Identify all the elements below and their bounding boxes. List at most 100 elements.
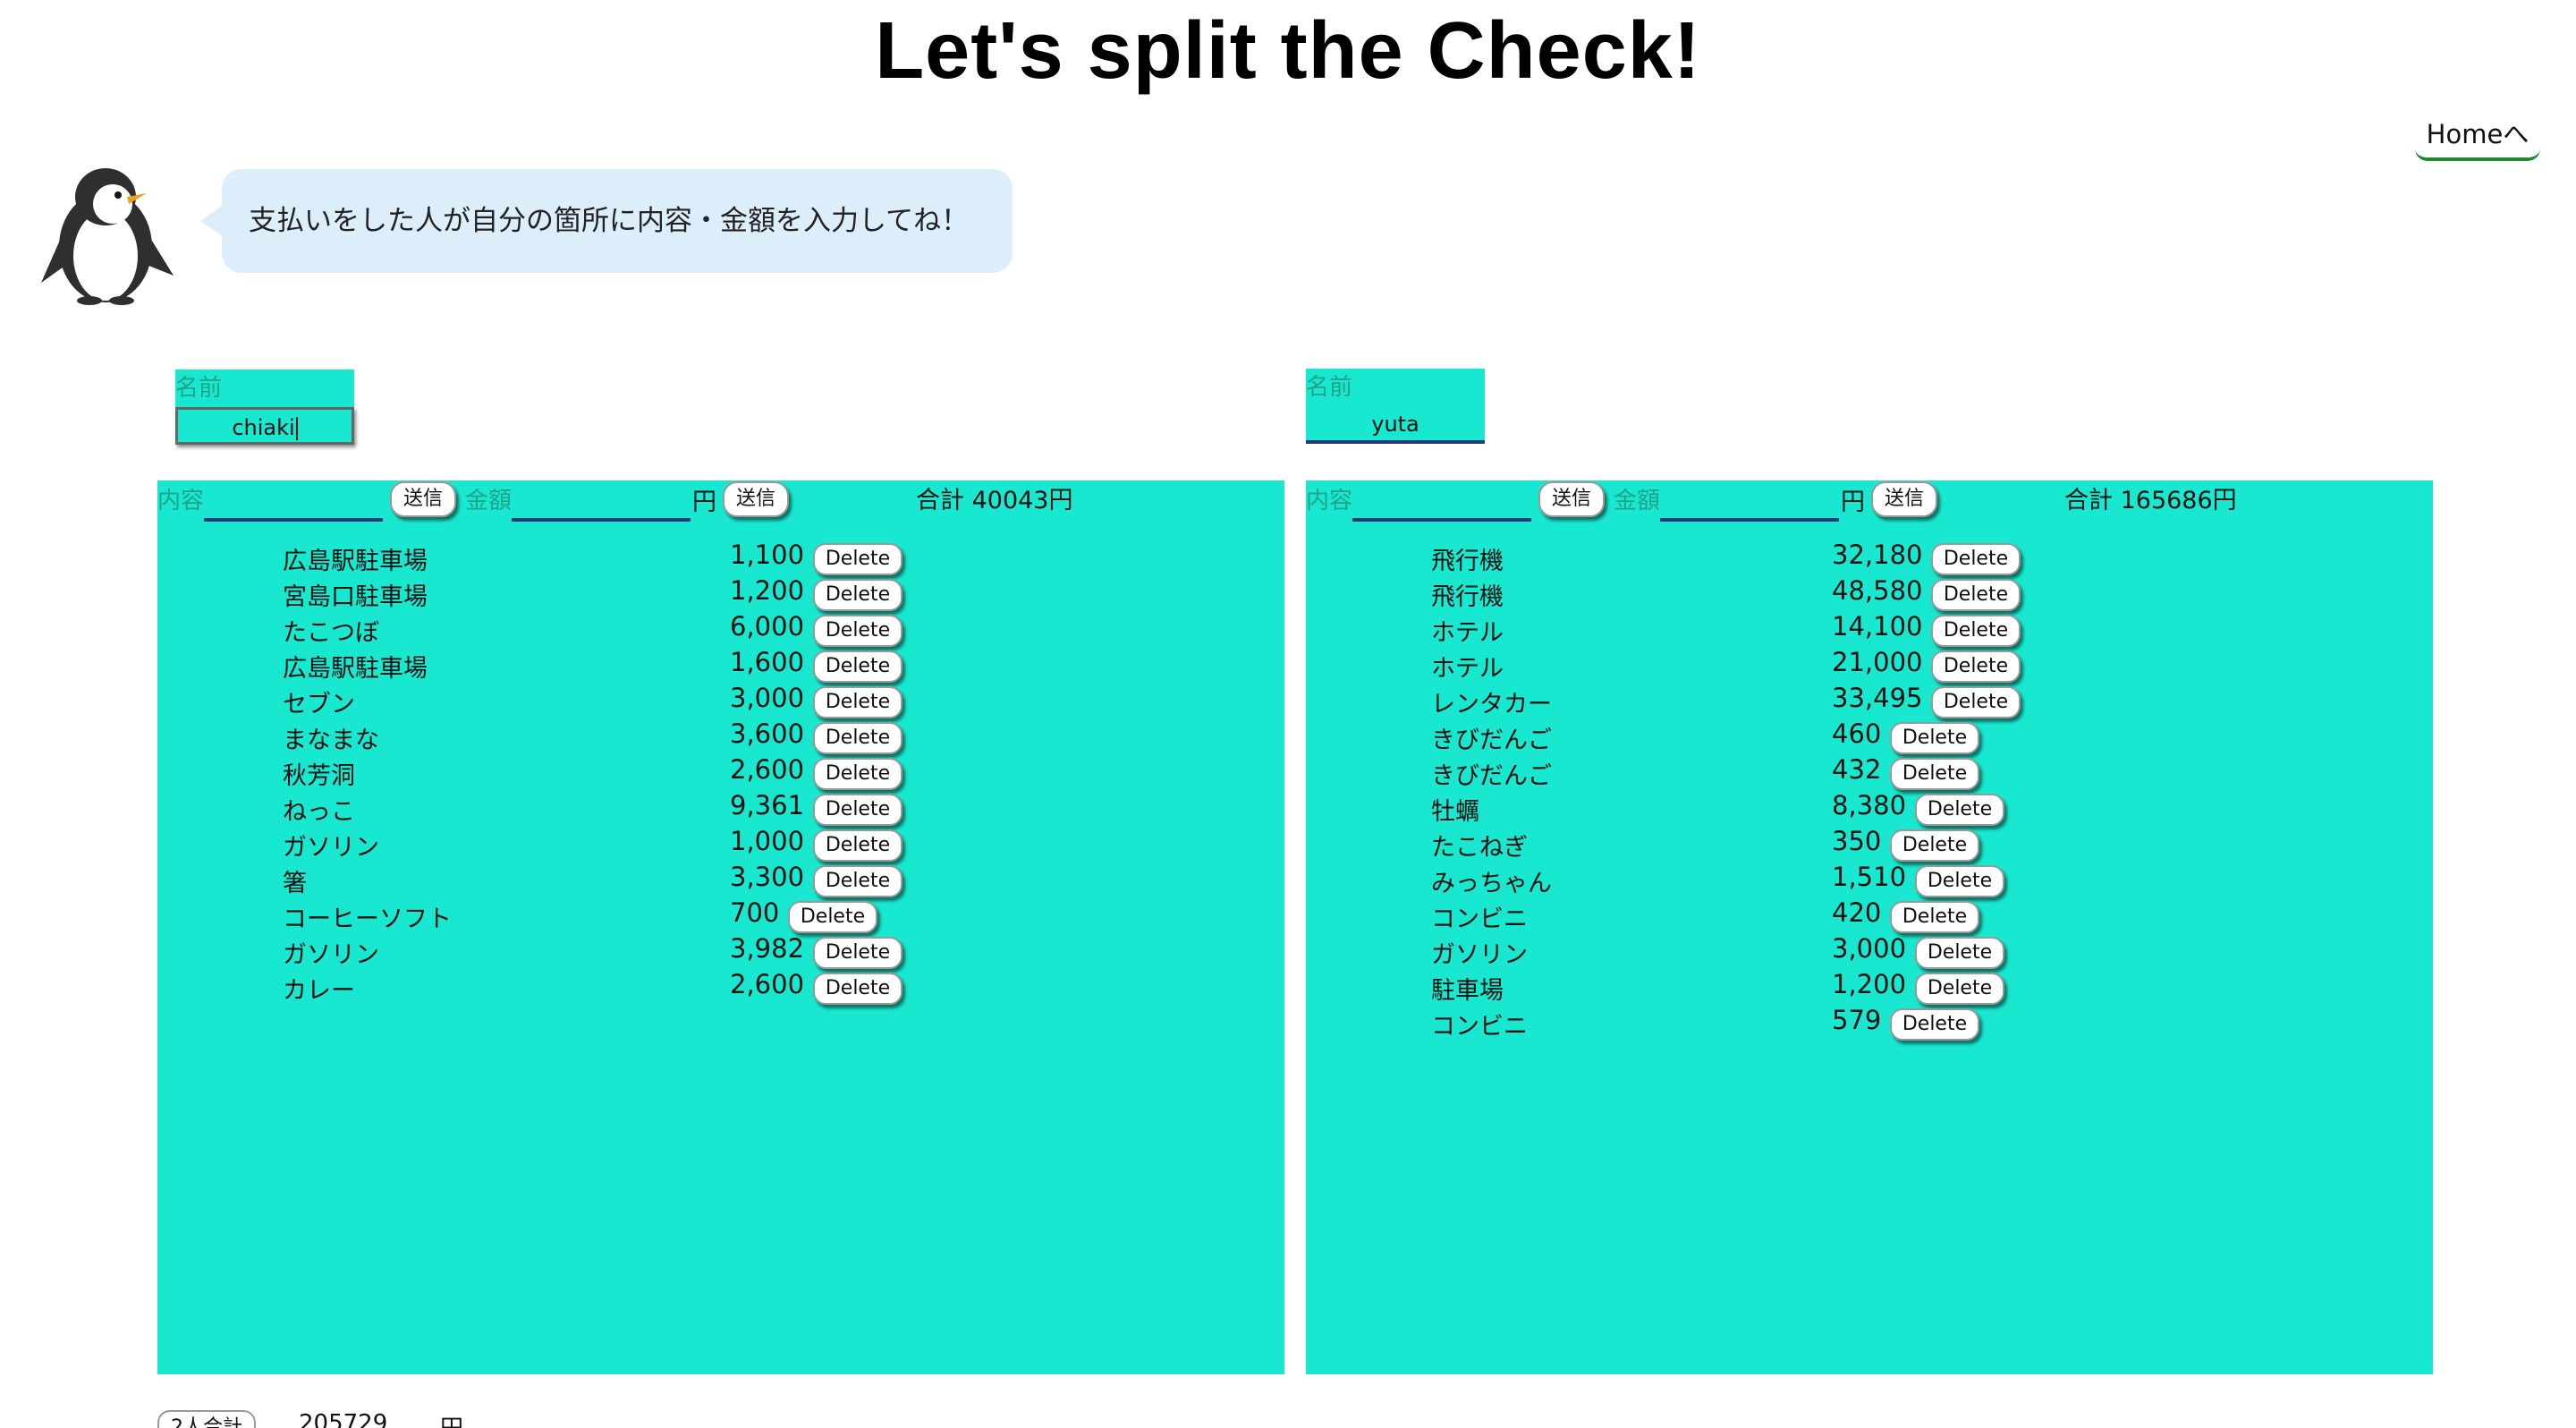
delete-button[interactable]: Delete <box>1890 722 1979 754</box>
amount-input-right[interactable] <box>1660 518 1839 522</box>
item-amount: 3,600 <box>730 718 805 749</box>
delete-button[interactable]: Delete <box>1931 615 2021 647</box>
item-name: ガソリン <box>283 834 379 862</box>
item-name: たこねぎ <box>1431 834 1528 862</box>
delete-button[interactable]: Delete <box>813 794 902 826</box>
item-name: ガソリン <box>283 941 379 969</box>
item-amount: 420 <box>1832 897 1882 928</box>
list-item: たこねぎ 350 Delete <box>1306 826 2433 863</box>
item-name: たこつぼ <box>283 619 379 647</box>
yen-label: 円 <box>692 489 716 516</box>
item-amount: 48,580 <box>1832 575 1923 606</box>
item-amount: 3,300 <box>730 862 805 892</box>
list-item: コンビニ 420 Delete <box>1306 897 2433 935</box>
delete-button[interactable]: Delete <box>1890 901 1979 933</box>
page: Let's split the Check! Homeへ 支払いをした人が自分の… <box>0 0 2576 1428</box>
list-item: レンタカー 33,495 Delete <box>1306 683 2433 720</box>
delete-button[interactable]: Delete <box>1931 650 2021 683</box>
item-amount: 460 <box>1832 718 1882 749</box>
delete-button[interactable]: Delete <box>813 579 902 611</box>
entry-form-left: 内容 送信 金額 円 送信 合計 40043円 <box>157 480 1284 525</box>
list-item: 広島駅駐車場 1,600 Delete <box>157 647 1284 684</box>
grand-total-unit: 円 <box>440 1410 463 1428</box>
item-amount: 350 <box>1832 826 1882 856</box>
item-name: ガソリン <box>1431 941 1528 969</box>
item-name: ホテル <box>1431 655 1504 683</box>
content-send-button-right[interactable]: 送信 <box>1538 481 1605 517</box>
delete-button[interactable]: Delete <box>813 829 902 862</box>
item-name: まなまな <box>283 727 379 754</box>
item-name: 広島駅駐車場 <box>283 548 428 575</box>
delete-button[interactable]: Delete <box>813 686 902 718</box>
item-amount: 6,000 <box>730 611 805 642</box>
list-item: ホテル 21,000 Delete <box>1306 647 2433 684</box>
item-name: みっちゃん <box>1431 870 1552 897</box>
delete-button[interactable]: Delete <box>1931 543 2021 575</box>
item-name: 箸 <box>283 870 307 897</box>
grand-total-button[interactable]: 2人合計 <box>157 1410 256 1428</box>
delete-button[interactable]: Delete <box>1915 937 2004 969</box>
item-amount: 33,495 <box>1832 683 1923 713</box>
delete-button[interactable]: Delete <box>813 543 902 575</box>
item-amount: 1,200 <box>730 575 805 606</box>
delete-button[interactable]: Delete <box>1890 758 1979 790</box>
delete-button[interactable]: Delete <box>788 901 877 933</box>
delete-button[interactable]: Delete <box>813 865 902 897</box>
delete-button[interactable]: Delete <box>813 758 902 790</box>
item-name: 飛行機 <box>1431 548 1504 575</box>
list-item: 秋芳洞 2,600 Delete <box>157 754 1284 792</box>
item-name: 広島駅駐車場 <box>283 655 428 683</box>
list-item: コーヒーソフト 700 Delete <box>157 897 1284 935</box>
total-right: 合計 165686円 <box>2064 487 2237 514</box>
item-name: 飛行機 <box>1431 583 1504 611</box>
delete-button[interactable]: Delete <box>813 722 902 754</box>
delete-button[interactable]: Delete <box>1915 865 2004 897</box>
name-box-left: 名前 chiaki <box>175 370 354 445</box>
list-item: セブン 3,000 Delete <box>157 683 1284 720</box>
content-label: 内容 <box>1306 488 1353 514</box>
content-input-right[interactable] <box>1352 518 1531 522</box>
name-label: 名前 <box>1306 374 1353 401</box>
item-name: きびだんご <box>1431 762 1552 790</box>
item-name: ねっこ <box>283 798 355 826</box>
delete-button[interactable]: Delete <box>1915 794 2004 826</box>
delete-button[interactable]: Delete <box>1890 1008 1979 1041</box>
delete-button[interactable]: Delete <box>813 973 902 1005</box>
list-item: まなまな 3,600 Delete <box>157 718 1284 756</box>
entry-form-right: 内容 送信 金額 円 送信 合計 165686円 <box>1306 480 2433 525</box>
item-amount: 1,200 <box>1832 969 1907 999</box>
item-name: コンビニ <box>1431 1013 1528 1041</box>
list-item: 宮島口駐車場 1,200 Delete <box>157 575 1284 613</box>
content-input-left[interactable] <box>204 518 383 522</box>
amount-label: 金額 <box>1614 488 1661 514</box>
delete-button[interactable]: Delete <box>1931 579 2021 611</box>
item-name: コーヒーソフト <box>283 905 452 933</box>
list-item: きびだんご 460 Delete <box>1306 718 2433 756</box>
panel-right: 内容 送信 金額 円 送信 合計 165686円 飛行機 32,180 Delete… <box>1306 480 2433 1374</box>
content-send-button-left[interactable]: 送信 <box>390 481 456 517</box>
amount-send-button-left[interactable]: 送信 <box>723 481 789 517</box>
item-amount: 2,600 <box>730 969 805 999</box>
delete-button[interactable]: Delete <box>1931 686 2021 718</box>
delete-button[interactable]: Delete <box>813 650 902 683</box>
item-amount: 2,600 <box>730 754 805 785</box>
delete-button[interactable]: Delete <box>813 615 902 647</box>
delete-button[interactable]: Delete <box>1915 973 2004 1005</box>
panel-left: 内容 送信 金額 円 送信 合計 40043円 広島駅駐車場 1,100 Delet… <box>157 480 1284 1374</box>
list-item: ねっこ 9,361 Delete <box>157 790 1284 828</box>
amount-send-button-right[interactable]: 送信 <box>1871 481 1937 517</box>
name-input-right[interactable]: yuta <box>1306 406 1485 444</box>
amount-input-left[interactable] <box>512 518 691 522</box>
list-item: ガソリン 1,000 Delete <box>157 826 1284 863</box>
item-name: セブン <box>283 691 355 718</box>
total-left: 合計 40043円 <box>916 487 1073 514</box>
item-name: 牡蠣 <box>1431 798 1479 826</box>
home-link[interactable]: Homeへ <box>2415 115 2540 161</box>
delete-button[interactable]: Delete <box>813 937 902 969</box>
name-input-left[interactable]: chiaki <box>175 407 354 445</box>
list-item: コンビニ 579 Delete <box>1306 1005 2433 1042</box>
item-name: 宮島口駐車場 <box>283 583 428 611</box>
item-amount: 3,982 <box>730 933 805 964</box>
item-amount: 21,000 <box>1832 647 1923 677</box>
delete-button[interactable]: Delete <box>1890 829 1979 862</box>
